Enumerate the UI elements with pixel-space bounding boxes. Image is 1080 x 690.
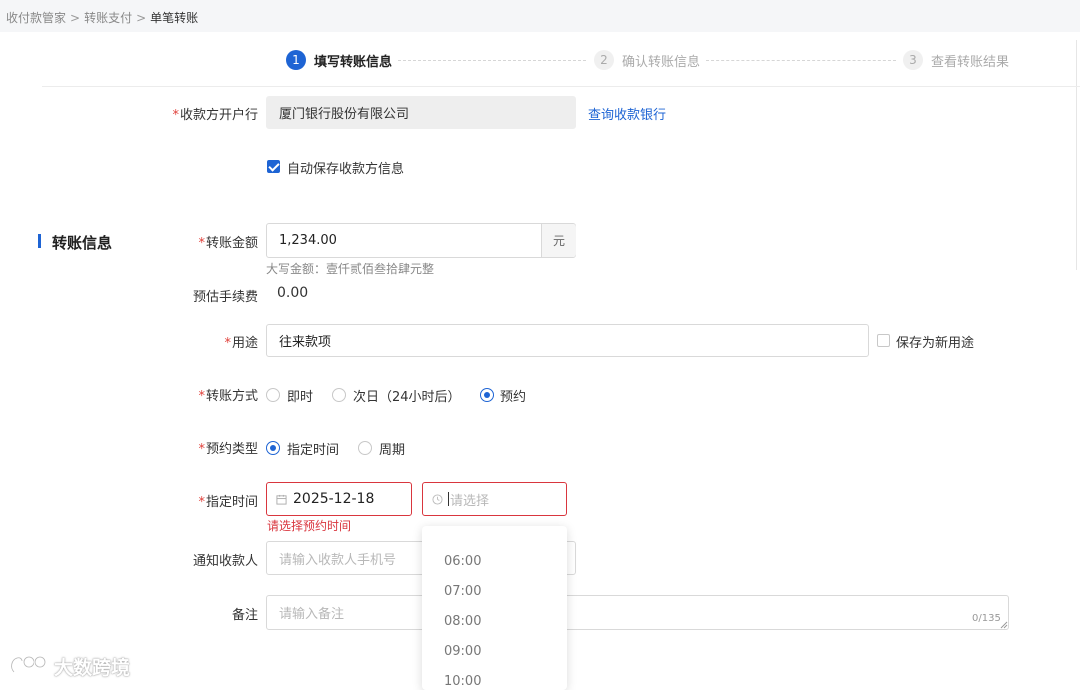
breadcrumb-item-transfer[interactable]: 转账支付 [84, 11, 132, 25]
text-cursor [448, 492, 449, 506]
step-number: 3 [903, 50, 923, 70]
save-purpose-label: 保存为新用途 [896, 336, 975, 351]
schedule-type-label: *预约类型 [198, 442, 258, 457]
method-next-day-radio[interactable] [332, 388, 346, 402]
divider [42, 86, 1080, 87]
step-number: 2 [594, 50, 614, 70]
section-marker [38, 234, 41, 248]
panel-edge [1076, 40, 1077, 270]
method-instant-label: 即时 [287, 390, 314, 405]
remark-label: 备注 [231, 608, 258, 623]
autosave-checkbox[interactable] [267, 160, 280, 173]
method-scheduled-label: 预约 [500, 390, 527, 405]
time-option[interactable]: 10:00 [444, 674, 481, 689]
method-instant-radio[interactable] [266, 388, 280, 402]
method-next-day-label: 次日（24小时后） [353, 390, 461, 405]
fee-value: 0.00 [277, 285, 309, 301]
breadcrumb-item-single-transfer: 单笔转账 [150, 11, 199, 25]
step-number: 1 [286, 50, 306, 70]
time-option[interactable]: 09:00 [444, 644, 481, 659]
purpose-label: *用途 [224, 336, 258, 351]
watermark-text: 大数跨境 [54, 656, 131, 679]
watermark-logo-icon [10, 655, 47, 673]
schedule-fixed-time-label: 指定时间 [287, 443, 340, 458]
section-title: 转账信息 [52, 234, 113, 252]
step-label: 确认转账信息 [622, 54, 701, 70]
amount-label: *转账金额 [198, 236, 258, 251]
method-label: *转账方式 [198, 389, 258, 404]
notify-label: 通知收款人 [192, 554, 258, 569]
payee-bank-field: 厦门银行股份有限公司 [266, 96, 576, 129]
watermark: 大数跨境 [8, 652, 130, 680]
time-picker[interactable]: 请选择 [422, 482, 567, 516]
step-fill-info: 1 填写转账信息 [286, 50, 392, 70]
autosave-label: 自动保存收款方信息 [287, 162, 405, 177]
schedule-periodic-label: 周期 [379, 443, 406, 458]
schedule-fixed-time-radio[interactable] [266, 441, 280, 455]
query-bank-link[interactable]: 查询收款银行 [588, 104, 666, 123]
breadcrumb-separator: > [136, 11, 147, 25]
schedule-periodic-radio[interactable] [358, 441, 372, 455]
clock-icon [432, 493, 443, 505]
amount-input[interactable]: 1,234.00 [266, 223, 576, 258]
time-option[interactable]: 06:00 [444, 554, 481, 569]
breadcrumb: 收付款管家 > 转账支付 > 单笔转账 [6, 9, 198, 26]
step-confirm-info: 2 确认转账信息 [594, 50, 700, 70]
payee-bank-label: *收款方开户行 [172, 108, 258, 123]
method-scheduled-radio[interactable] [480, 388, 494, 402]
calendar-icon [276, 494, 287, 505]
amount-in-words: 大写金额：壹仟贰佰叁拾肆元整 [266, 262, 435, 276]
time-option[interactable]: 08:00 [444, 614, 481, 629]
remark-textarea[interactable]: 请输入备注 [266, 595, 1009, 630]
fee-label: 预估手续费 [192, 290, 258, 305]
amount-unit: 元 [541, 224, 576, 257]
step-view-result: 3 查看转账结果 [903, 50, 1009, 70]
breadcrumb-separator: > [70, 11, 81, 25]
time-option[interactable]: 07:00 [444, 584, 481, 599]
step-label: 查看转账结果 [931, 54, 1010, 70]
resize-handle-icon[interactable] [1000, 621, 1008, 629]
time-error-message: 请选择预约时间 [267, 519, 352, 533]
save-purpose-checkbox[interactable] [877, 334, 890, 347]
step-label: 填写转账信息 [314, 54, 393, 70]
step-connector [706, 60, 896, 61]
time-dropdown: 06:00 07:00 08:00 09:00 10:00 [422, 526, 567, 690]
remark-char-counter: 0/135 [972, 613, 1001, 624]
breadcrumb-item-payment-manager[interactable]: 收付款管家 [6, 11, 66, 25]
purpose-input[interactable]: 往来款项 [266, 324, 869, 357]
step-connector [398, 60, 586, 61]
date-picker[interactable]: 2025-12-18 [266, 482, 412, 516]
time-label: *指定时间 [198, 495, 258, 510]
